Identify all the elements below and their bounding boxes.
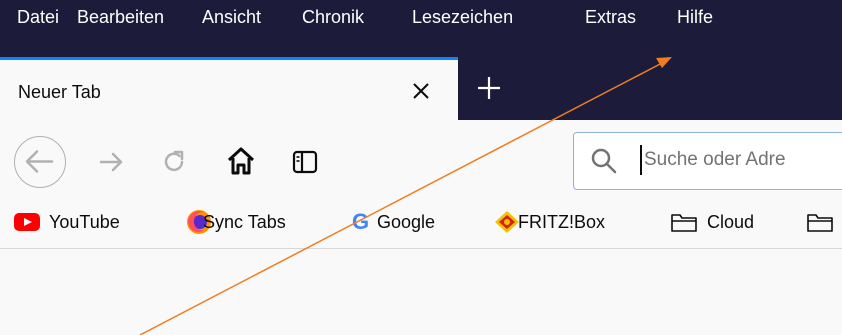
menu-ansicht[interactable]: Ansicht — [202, 7, 261, 28]
bookmark-youtube[interactable]: YouTube — [14, 208, 164, 236]
menu-bar: Datei Bearbeiten Ansicht Chronik Lesezei… — [0, 0, 842, 40]
url-bar[interactable]: Suche oder Adre — [573, 132, 842, 190]
tab-neuer-tab[interactable]: Neuer Tab — [0, 57, 458, 120]
url-placeholder: Suche oder Adre — [644, 149, 786, 170]
bookmark-label: YouTube — [49, 212, 120, 232]
home-icon[interactable] — [225, 145, 257, 177]
new-tab-plus-icon[interactable] — [474, 73, 504, 103]
bookmark-label: FRITZ!Box — [518, 212, 606, 232]
menu-lesezeichen[interactable]: Lesezeichen — [412, 7, 513, 28]
menu-bearbeiten[interactable]: Bearbeiten — [77, 7, 164, 28]
back-arrow-icon — [25, 150, 54, 173]
bookmark-google[interactable]: G Google — [352, 208, 492, 236]
back-button[interactable] — [14, 136, 66, 188]
bookmark-sync-tabs[interactable]: Sync Tabs — [186, 208, 346, 236]
folder-icon — [671, 214, 697, 232]
search-icon — [591, 148, 617, 174]
folder-icon — [807, 214, 833, 232]
bookmark-folder[interactable] — [806, 208, 842, 236]
menu-hilfe[interactable]: Hilfe — [677, 7, 713, 28]
close-icon[interactable] — [407, 77, 435, 105]
youtube-icon — [14, 213, 40, 231]
menu-datei[interactable]: Datei — [17, 7, 59, 28]
text-caret — [640, 145, 642, 175]
google-icon: G — [352, 209, 370, 234]
menu-extras[interactable]: Extras — [585, 7, 636, 28]
bookmark-cloud-folder[interactable]: Cloud — [670, 208, 780, 236]
fritzbox-icon — [495, 211, 519, 233]
bookmark-label: Sync Tabs — [203, 212, 286, 232]
tab-title: Neuer Tab — [18, 82, 101, 102]
reload-icon[interactable] — [159, 147, 189, 177]
page-content-area — [0, 249, 842, 335]
sidebar-icon[interactable] — [290, 147, 320, 177]
bookmark-fritzbox[interactable]: FRITZ!Box — [494, 208, 654, 236]
forward-icon[interactable] — [95, 146, 127, 178]
bookmark-label: Google — [377, 212, 436, 232]
bookmark-label: Cloud — [707, 212, 755, 232]
menu-chronik[interactable]: Chronik — [302, 7, 364, 28]
